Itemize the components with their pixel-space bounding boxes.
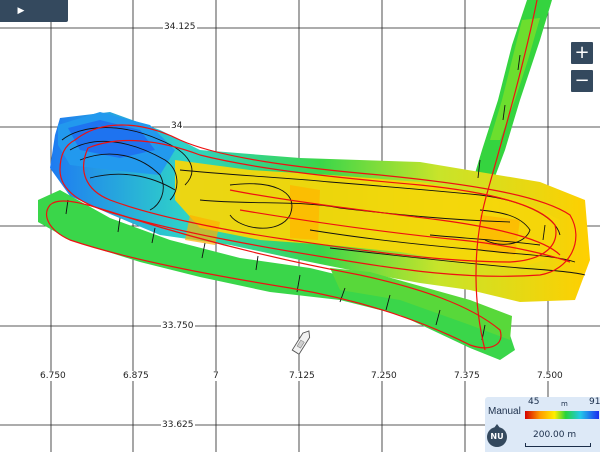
depth-swaths — [38, 0, 590, 360]
play-button[interactable]: ▶ — [0, 0, 68, 22]
depth-color-bar[interactable] — [525, 411, 599, 419]
play-icon: ▶ — [17, 6, 25, 16]
lat-label-34: 34 — [170, 121, 184, 131]
depth-min-label: 45 — [528, 397, 540, 407]
lat-label-33750: 33.750 — [161, 321, 195, 331]
lon-label-7375: 7.375 — [453, 371, 481, 381]
zoom-in-button[interactable]: + — [571, 42, 593, 64]
scale-label: 200.00 m — [533, 430, 577, 440]
lon-label-7250: 7.250 — [370, 371, 398, 381]
lon-label-7: 7 — [212, 371, 220, 381]
scale-bar — [525, 443, 591, 447]
lon-label-6875: 6.875 — [122, 371, 150, 381]
map-canvas[interactable]: 34.125 34 33.750 33.625 6.750 6.875 7 7.… — [0, 0, 600, 452]
lon-label-6750: 6.750 — [39, 371, 67, 381]
north-arrow-icon[interactable]: NU — [487, 424, 507, 447]
zoom-out-button[interactable]: − — [571, 70, 593, 92]
lat-label-34125: 34.125 — [163, 22, 197, 32]
bathymetry-layer — [0, 0, 600, 452]
boat-icon[interactable] — [291, 329, 312, 355]
lat-label-33625: 33.625 — [161, 420, 195, 430]
depth-max-label: 91 — [589, 397, 600, 407]
mode-label[interactable]: Manual — [488, 406, 521, 417]
legend-panel: Manual 45 m 91 NU 200.00 m — [485, 397, 600, 452]
lon-label-7125: 7.125 — [288, 371, 316, 381]
depth-unit-label: m — [561, 400, 568, 408]
lon-label-7500: 7.500 — [536, 371, 564, 381]
